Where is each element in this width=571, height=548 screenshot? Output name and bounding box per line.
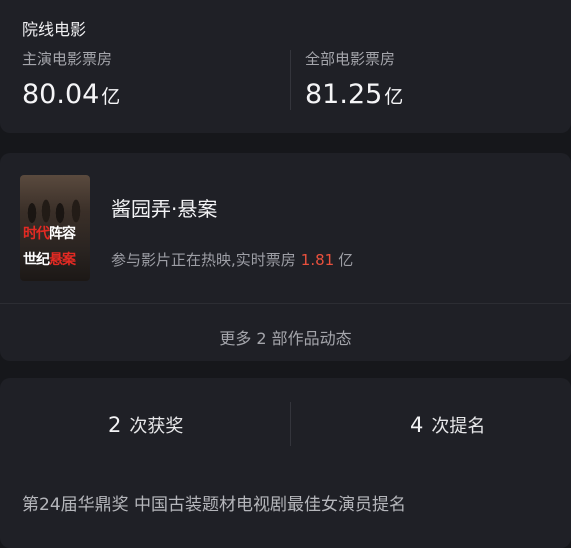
award-divider xyxy=(290,402,291,446)
all-boxoffice-label: 全部电影票房 xyxy=(305,50,396,68)
lead-boxoffice-value: 80.04 亿 xyxy=(22,79,120,110)
works-divider xyxy=(0,303,571,304)
realtime-boxoffice-value: 1.81 xyxy=(300,251,335,269)
poster-text-white-2: 世纪 xyxy=(23,252,50,268)
poster-text-red-1: 时代 xyxy=(23,226,50,242)
movie-status-text: 参与影片正在热映,实时票房 xyxy=(111,251,296,269)
works-card: 时代阵容 世纪悬案 酱园弄·悬案 参与影片正在热映,实时票房 1.81 亿 更多 2… xyxy=(0,153,571,361)
movie-poster[interactable]: 时代阵容 世纪悬案 xyxy=(20,175,90,281)
award-wins-stat[interactable]: 2 次获奖 xyxy=(108,412,183,438)
award-nominations-count: 4 xyxy=(410,413,424,437)
lead-boxoffice-unit: 亿 xyxy=(101,86,121,108)
lead-boxoffice-stat[interactable]: 主演电影票房 80.04 亿 xyxy=(22,48,120,110)
awards-card: 2 次获奖 4 次提名 第24届华鼎奖 中国古装题材电视剧最佳女演员提名 xyxy=(0,378,571,548)
all-boxoffice-number: 81.25 xyxy=(305,79,383,110)
poster-text-line-1: 时代阵容 xyxy=(23,223,76,243)
boxoffice-card: 院线电影 主演电影票房 80.04 亿 全部电影票房 81.25 亿 xyxy=(0,0,571,133)
poster-text-line-2: 世纪悬案 xyxy=(23,249,76,269)
more-works-link[interactable]: 更多 2 部作品动态 xyxy=(0,325,571,349)
movie-status: 参与影片正在热映,实时票房 1.81 亿 xyxy=(111,249,353,270)
award-nominations-stat[interactable]: 4 次提名 xyxy=(410,412,485,438)
lead-boxoffice-number: 80.04 xyxy=(22,79,100,110)
all-boxoffice-value: 81.25 亿 xyxy=(305,79,403,110)
poster-text-white-1: 阵容 xyxy=(49,226,76,242)
all-boxoffice-unit: 亿 xyxy=(384,86,404,108)
lead-boxoffice-label: 主演电影票房 xyxy=(22,50,113,68)
stat-divider xyxy=(290,50,291,110)
all-boxoffice-stat[interactable]: 全部电影票房 81.25 亿 xyxy=(305,48,403,110)
award-wins-count: 2 xyxy=(108,413,122,437)
award-nominations-label: 次提名 xyxy=(431,416,486,437)
latest-award-text[interactable]: 第24届华鼎奖 中国古装题材电视剧最佳女演员提名 xyxy=(22,490,406,515)
realtime-boxoffice-unit: 亿 xyxy=(338,251,354,269)
award-wins-label: 次获奖 xyxy=(129,416,184,437)
movie-title[interactable]: 酱园弄·悬案 xyxy=(111,193,217,222)
section-title: 院线电影 xyxy=(22,20,87,39)
poster-text-red-2: 悬案 xyxy=(49,252,76,268)
